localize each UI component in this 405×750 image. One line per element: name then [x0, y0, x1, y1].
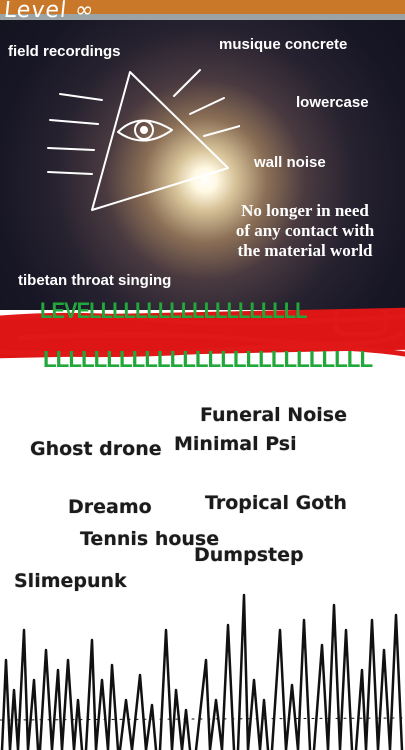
banner-level-text: LEVELLLLLLLLLLLLLLLLLLL	[40, 298, 308, 323]
label-tibetan-throat-singing: tibetan throat singing	[18, 272, 172, 289]
caption-line-2: of any contact with	[235, 221, 375, 240]
level-title: Level ∞	[2, 0, 96, 23]
caption-line-3: the material world	[237, 241, 373, 260]
genre-slimepunk: Slimepunk	[14, 570, 127, 592]
genre-tropical-goth: Tropical Goth	[205, 492, 347, 514]
genre-funeral-noise: Funeral Noise	[200, 404, 347, 426]
genre-ghost-drone: Ghost drone	[30, 438, 162, 460]
label-wall-noise: wall noise	[254, 154, 326, 171]
genre-dumpstep: Dumpstep	[194, 544, 304, 566]
genre-dreamo: Dreamo	[68, 496, 152, 518]
label-lowercase: lowercase	[296, 94, 369, 111]
meme-image: Level ∞ field recordings musique concret…	[0, 0, 405, 750]
genre-minimal-psi: Minimal Psi	[174, 433, 297, 455]
label-musique-concrete: musique concrete	[219, 36, 348, 53]
label-field-recordings: field recordings	[8, 43, 121, 60]
banner-l-row: LLLLLLLLLLLLLLLLLLLLLLLLLL	[43, 346, 373, 372]
illuminati-eye-icon	[47, 69, 240, 211]
caption-line-1: No longer in need	[241, 201, 369, 220]
black-spike-scribbles	[0, 593, 405, 750]
space-vortex-panel: Level ∞ field recordings musique concret…	[0, 0, 405, 310]
caption-material-world: No longer in need of any contact with th…	[212, 201, 398, 261]
